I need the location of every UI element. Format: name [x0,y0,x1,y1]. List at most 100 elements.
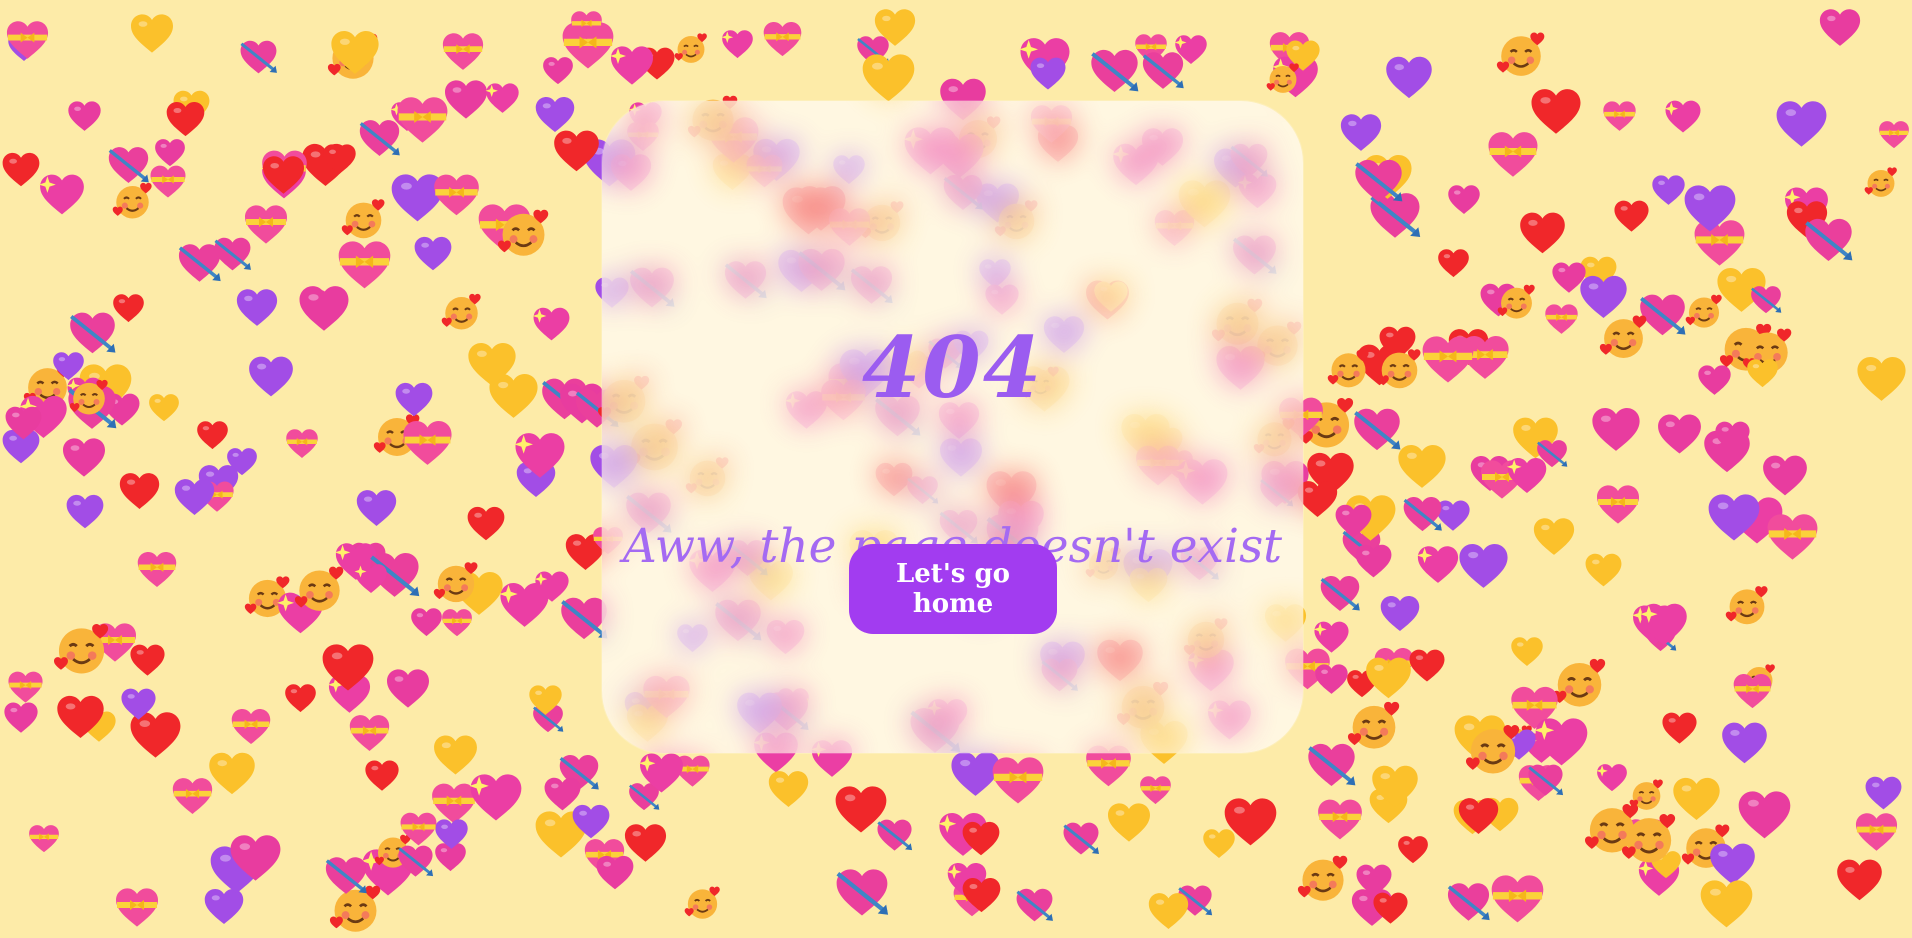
heart-with-ribbon-icon [1767,514,1818,560]
error-code: 404 [861,318,1044,417]
sparkling-heart-icon [534,571,569,602]
heart-gold-icon [131,14,173,53]
sparkling-heart-icon [1596,764,1627,792]
heart-red-icon [197,421,228,450]
heart-purple-icon [236,289,278,326]
heart-pink-icon [1738,791,1791,839]
heart-pink-icon [68,101,101,131]
heart-with-arrow-icon [1528,764,1564,796]
smiling-face-with-hearts-icon [433,562,478,603]
heart-red-icon [119,473,160,509]
smiling-face-with-hearts-icon [497,209,549,256]
heart-purple-icon [1652,175,1685,205]
heart-pink-icon [543,57,573,85]
smiling-face-with-hearts-icon [294,566,344,611]
heart-with-ribbon-icon [1855,813,1898,851]
heart-gold-icon [862,54,915,102]
heart-red-icon [1662,712,1697,744]
heart-purple-icon [535,97,575,133]
heart-with-ribbon-icon [400,812,437,846]
heart-with-arrow-icon [1447,883,1490,921]
heart-with-ribbon-icon [1603,101,1636,131]
smiling-face-with-hearts-icon [341,199,385,239]
smiling-face-with-hearts-icon [1725,586,1768,625]
heart-red-icon [1458,798,1499,834]
heart-with-arrow-icon [1355,159,1403,203]
heart-purple-icon [1722,722,1767,764]
smiling-face-with-hearts-icon [684,886,720,919]
heart-gold-icon [331,30,379,74]
smiling-face-with-hearts-icon [1621,813,1676,863]
heart-with-ribbon-icon [571,11,602,40]
heart-with-ribbon-icon [1879,121,1909,149]
heart-purple-icon [1030,57,1066,90]
heart-pink-icon [63,438,105,477]
heart-red-icon [2,152,40,187]
heart-purple-icon [356,490,397,526]
heart-pink-icon [1763,455,1807,496]
heart-with-ribbon-icon [442,33,484,70]
heart-with-ribbon-icon [231,709,271,745]
heart-purple-icon [1459,544,1508,588]
heart-with-ribbon-icon [1545,304,1578,334]
sparkling-heart-icon [1664,100,1701,133]
heart-purple-icon [66,494,104,529]
heart-gold-icon [1673,777,1720,821]
heart-with-ribbon-icon [1140,776,1171,805]
heart-with-arrow-icon [240,40,277,74]
heart-with-ribbon-icon [286,429,318,458]
sparkling-heart-icon [39,174,84,215]
heart-pink-icon [1658,414,1701,454]
smiling-face-with-hearts-icon [674,33,707,63]
heart-with-ribbon-icon [403,421,452,465]
heart-red-icon [322,644,374,691]
heart-purple-icon [249,356,293,397]
heart-gold-icon [1747,359,1778,388]
heart-with-ribbon-icon [29,825,59,853]
heart-with-ribbon-icon [6,21,49,59]
home-button[interactable]: Let's go home [849,544,1057,634]
smiling-face-with-hearts-icon [1496,32,1545,76]
heart-with-ribbon-icon [338,241,391,289]
heart-gold-icon [768,771,809,807]
smiling-face-with-hearts-icon [1497,284,1535,319]
heart-pink-icon [1698,365,1731,395]
sparkling-heart-icon [1174,35,1207,64]
heart-gold-icon [1203,829,1235,858]
heart-purple-icon [1776,101,1827,147]
heart-with-arrow-icon [70,312,116,354]
heart-pink-icon [230,835,281,881]
heart-gold-icon [529,685,562,715]
heart-gold-icon [1585,553,1622,587]
smiling-face-with-hearts-icon [53,624,109,674]
heart-purple-icon [1340,114,1382,151]
heart-with-ribbon-icon [992,757,1044,804]
heart-purple-icon [395,382,433,417]
heart-red-icon [1520,212,1565,254]
heart-pink-icon [1448,185,1480,214]
heart-gold-icon [468,342,516,386]
heart-with-arrow-icon [1016,888,1053,922]
heart-with-ribbon-icon [1422,336,1474,383]
heart-red-icon [365,760,399,791]
heart-gold-icon [434,735,477,775]
heart-pink-icon [387,669,429,708]
heart-purple-icon [1708,494,1760,541]
heart-with-arrow-icon [1805,218,1853,262]
sparkling-heart-icon [1416,546,1459,583]
heart-red-icon [1398,836,1428,864]
heart-gold-icon [1372,765,1418,808]
heart-with-arrow-icon [836,869,889,916]
heart-pink-icon [1315,664,1348,694]
heart-purple-icon [414,236,452,271]
heart-with-ribbon-icon [397,97,448,143]
heart-with-arrow-icon [325,857,367,894]
heart-with-arrow-icon [214,237,251,271]
smiling-face-with-hearts-icon [1266,63,1299,93]
heart-with-arrow-icon [1751,286,1782,314]
smiling-face-with-hearts-icon [69,379,108,415]
heart-red-icon [1614,200,1649,232]
heart-red-icon [1373,892,1408,924]
heart-with-ribbon-icon [349,715,390,751]
heart-red-icon [262,156,305,194]
